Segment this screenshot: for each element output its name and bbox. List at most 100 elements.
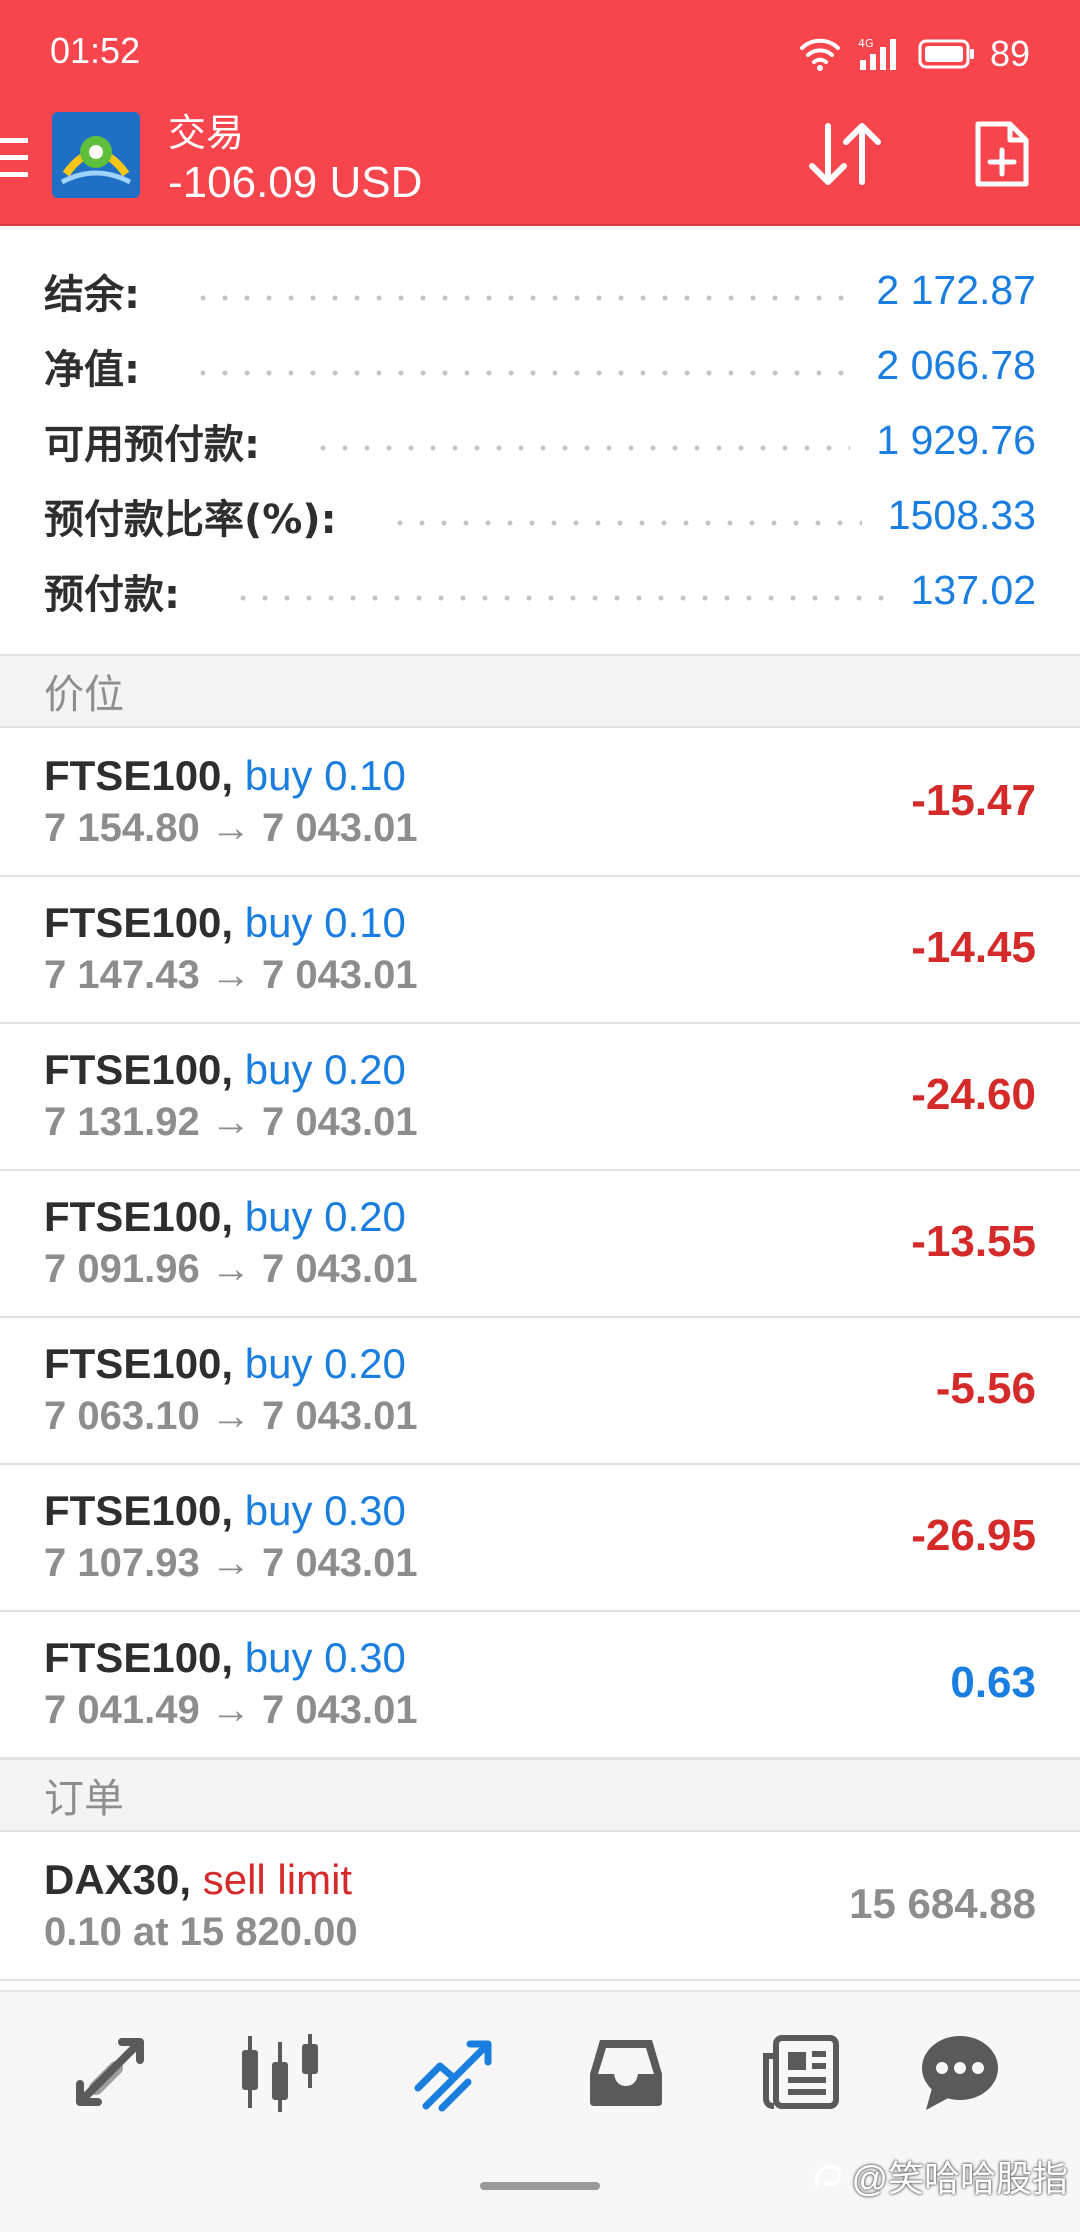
status-time: 01:52: [50, 30, 141, 71]
current-price: 7 043.01: [261, 1100, 418, 1144]
summary-row-equity: 净值: 2 066.78: [0, 328, 1080, 403]
battery-level: 89: [989, 33, 1030, 74]
arrow-icon: →: [210, 1541, 251, 1585]
summary-value: 2 066.78: [876, 342, 1036, 388]
position-row[interactable]: FTSE100, buy 0.20 7 131.92 → 7 043.01 -2…: [0, 1024, 1080, 1171]
position-profit: -24.60: [911, 1070, 1036, 1119]
position-prices: 7 063.10 → 7 043.01: [44, 1394, 418, 1439]
new-order-icon[interactable]: [974, 120, 1030, 188]
arrow-icon: →: [210, 953, 251, 997]
app-logo: [52, 112, 140, 198]
watermark-text: @笑哈哈股指: [851, 2158, 1068, 2199]
nav-quotes[interactable]: [60, 2022, 160, 2122]
sort-icon[interactable]: [806, 120, 886, 188]
bottom-navigation: @笑哈哈股指: [0, 1990, 1080, 2232]
nav-chart[interactable]: [230, 2022, 330, 2122]
position-symbol: FTSE100,: [44, 899, 234, 946]
order-type: sell limit: [202, 1856, 353, 1903]
summary-label: 预付款:: [44, 571, 180, 618]
summary-row-free-margin: 可用预付款: 1 929.76: [0, 403, 1080, 478]
summary-value: 1 929.76: [876, 417, 1036, 463]
section-title: 订单: [44, 1776, 124, 1822]
nav-trade[interactable]: [404, 2022, 504, 2122]
position-profit: -13.55: [911, 1217, 1036, 1266]
position-header: FTSE100, buy 0.30: [44, 1634, 406, 1682]
arrow-icon: →: [210, 806, 251, 850]
news-icon: [763, 2035, 839, 2109]
order-symbol: DAX30,: [44, 1856, 192, 1903]
app-root: 01:52 4G 89 交易 -106.09 USD 结余: 2 172.87 …: [0, 0, 1080, 2232]
position-symbol: FTSE100,: [44, 752, 234, 799]
dotted-leader: [232, 593, 885, 602]
position-side: buy 0.20: [244, 1340, 406, 1387]
open-price: 7 131.92: [44, 1100, 200, 1144]
dotted-leader: [312, 443, 851, 452]
summary-label: 预付款比率(%):: [44, 496, 337, 543]
order-row[interactable]: DAX30, sell limit 0.10 at 15 820.00 15 6…: [0, 1834, 1080, 1981]
positions-section-header: 价位: [0, 654, 1080, 728]
position-side: buy 0.10: [244, 899, 406, 946]
position-header: FTSE100, buy 0.20: [44, 1340, 406, 1388]
position-symbol: FTSE100,: [44, 1634, 234, 1681]
nav-news[interactable]: [750, 2022, 850, 2122]
order-header: DAX30, sell limit: [44, 1856, 352, 1904]
position-header: FTSE100, buy 0.10: [44, 752, 406, 800]
order-current-price: 15 684.88: [849, 1880, 1036, 1927]
position-prices: 7 107.93 → 7 043.01: [44, 1541, 418, 1586]
wifi-icon: [799, 38, 840, 71]
position-profit: -15.47: [911, 776, 1036, 825]
summary-value: 137.02: [910, 567, 1036, 613]
summary-label: 净值:: [44, 346, 140, 393]
current-price: 7 043.01: [261, 1247, 418, 1291]
menu-icon[interactable]: [0, 136, 30, 180]
account-summary: 结余: 2 172.87 净值: 2 066.78 可用预付款: 1 929.7…: [0, 253, 1080, 628]
position-side: buy 0.10: [244, 752, 406, 799]
home-indicator[interactable]: [480, 2182, 600, 2190]
battery-icon: [918, 39, 974, 69]
position-symbol: FTSE100,: [44, 1340, 234, 1387]
current-price: 7 043.01: [261, 1688, 418, 1732]
cellular-signal-icon: 4G: [858, 37, 896, 70]
position-symbol: FTSE100,: [44, 1193, 234, 1240]
order-detail: 0.10 at 15 820.00: [44, 1910, 358, 1954]
position-side: buy 0.30: [244, 1487, 406, 1534]
position-profit: -26.95: [911, 1511, 1036, 1560]
status-icons: 4G 89: [798, 30, 1030, 78]
dotted-leader: [388, 518, 862, 527]
position-prices: 7 154.80 → 7 043.01: [44, 806, 418, 851]
position-row[interactable]: FTSE100, buy 0.20 7 063.10 → 7 043.01 -5…: [0, 1318, 1080, 1465]
nav-history[interactable]: [576, 2022, 676, 2122]
open-price: 7 154.80: [44, 806, 200, 850]
summary-value: 2 172.87: [876, 267, 1036, 313]
position-profit: -5.56: [935, 1364, 1036, 1413]
position-prices: 7 131.92 → 7 043.01: [44, 1100, 418, 1145]
orders-section-header: 订单: [0, 1758, 1080, 1832]
position-prices: 7 041.49 → 7 043.01: [44, 1688, 418, 1733]
position-row[interactable]: FTSE100, buy 0.10 7 147.43 → 7 043.01 -1…: [0, 877, 1080, 1024]
chart-icon: [242, 2034, 318, 2112]
arrow-icon: →: [210, 1688, 251, 1732]
position-side: buy 0.20: [244, 1193, 406, 1240]
summary-value: 1508.33: [887, 492, 1036, 538]
position-side: buy 0.30: [244, 1634, 406, 1681]
summary-row-balance: 结余: 2 172.87: [0, 253, 1080, 328]
summary-row-margin: 预付款: 137.02: [0, 553, 1080, 628]
position-side: buy 0.20: [244, 1046, 406, 1093]
position-symbol: FTSE100,: [44, 1046, 234, 1093]
current-price: 7 043.01: [261, 1541, 418, 1585]
summary-row-margin-level: 预付款比率(%): 1508.33: [0, 478, 1080, 553]
messages-icon: [922, 2036, 998, 2110]
open-price: 7 147.43: [44, 953, 200, 997]
position-row[interactable]: FTSE100, buy 0.20 7 091.96 → 7 043.01 -1…: [0, 1171, 1080, 1318]
position-row[interactable]: FTSE100, buy 0.10 7 154.80 → 7 043.01 -1…: [0, 730, 1080, 877]
position-row[interactable]: FTSE100, buy 0.30 7 107.93 → 7 043.01 -2…: [0, 1465, 1080, 1612]
position-profit: -14.45: [911, 923, 1036, 972]
top-toolbar: 01:52 4G 89 交易 -106.09 USD: [0, 0, 1080, 226]
dotted-leader: [192, 293, 851, 302]
header-profit-balance: -106.09 USD: [168, 158, 423, 207]
position-header: FTSE100, buy 0.20: [44, 1046, 406, 1094]
nav-messages[interactable]: [910, 2022, 1010, 2122]
history-icon: [590, 2040, 662, 2106]
current-price: 7 043.01: [261, 806, 418, 850]
position-row[interactable]: FTSE100, buy 0.30 7 041.49 → 7 043.01 0.…: [0, 1612, 1080, 1759]
